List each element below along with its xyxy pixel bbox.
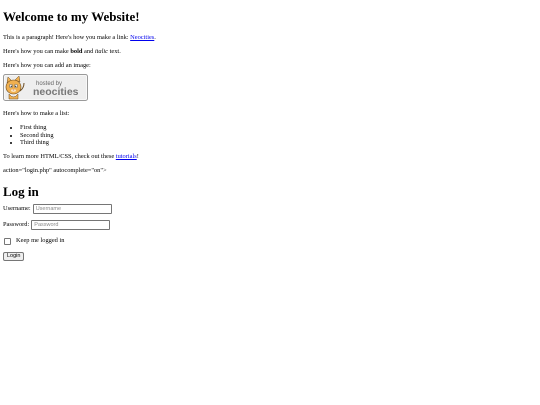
bulleted-list: First thing Second thing Third thing bbox=[3, 124, 537, 147]
list-item: First thing bbox=[20, 124, 537, 132]
hosted-by-neocities-badge: hosted by neocities bbox=[3, 74, 537, 101]
image-paragraph: Here's how you can add an image: bbox=[3, 62, 91, 69]
login-button[interactable]: Login bbox=[3, 252, 25, 262]
password-row: Password: bbox=[3, 220, 537, 231]
bold-text: bold bbox=[70, 48, 83, 55]
page: Welcome to my Website! This is a paragra… bbox=[0, 0, 540, 405]
list-item: Second thing bbox=[20, 132, 537, 140]
tutorials-text-before: To learn more HTML/CSS, check out these bbox=[3, 153, 116, 161]
italic-text: italic bbox=[94, 48, 109, 55]
username-input[interactable] bbox=[32, 204, 112, 215]
formatting-text-before: Here's how you can make bbox=[3, 48, 71, 55]
neocities-link[interactable]: Neocities bbox=[130, 34, 154, 41]
keep-logged-in-checkbox[interactable] bbox=[4, 237, 11, 245]
tutorials-paragraph: To learn more HTML/CSS, check out these … bbox=[3, 153, 537, 161]
formatting-text-after: text. bbox=[108, 48, 121, 55]
tutorials-text-after: ! bbox=[136, 153, 139, 161]
list-item: Third thing bbox=[20, 139, 537, 147]
formatting-text-middle: and bbox=[82, 48, 95, 55]
login-heading: Log in bbox=[3, 184, 39, 200]
formatting-paragraph: Here's how you can make bold and italic … bbox=[3, 48, 537, 56]
stray-markup-text: action="login.php" autocomplete="on"> bbox=[3, 167, 107, 175]
intro-text: This is a paragraph! Here's how you make… bbox=[3, 34, 131, 41]
keep-logged-in-label: Keep me logged in bbox=[16, 237, 65, 245]
username-label: Username: bbox=[3, 205, 31, 213]
intro-paragraph: This is a paragraph! Here's how you make… bbox=[3, 34, 537, 42]
login-button-row: Login bbox=[3, 252, 537, 262]
page-title: Welcome to my Website! bbox=[3, 9, 140, 24]
list-intro-paragraph: Here's how to make a list: bbox=[3, 110, 70, 117]
username-row: Username: bbox=[3, 204, 537, 215]
password-label: Password: bbox=[3, 221, 30, 229]
tutorials-link[interactable]: tutorials bbox=[116, 153, 137, 160]
password-input[interactable] bbox=[31, 220, 111, 231]
intro-end: . bbox=[154, 34, 156, 41]
neocities-badge-image: hosted by neocities bbox=[3, 74, 88, 101]
badge-line-2: neocities bbox=[33, 86, 79, 98]
remember-row: Keep me logged in bbox=[3, 237, 537, 245]
